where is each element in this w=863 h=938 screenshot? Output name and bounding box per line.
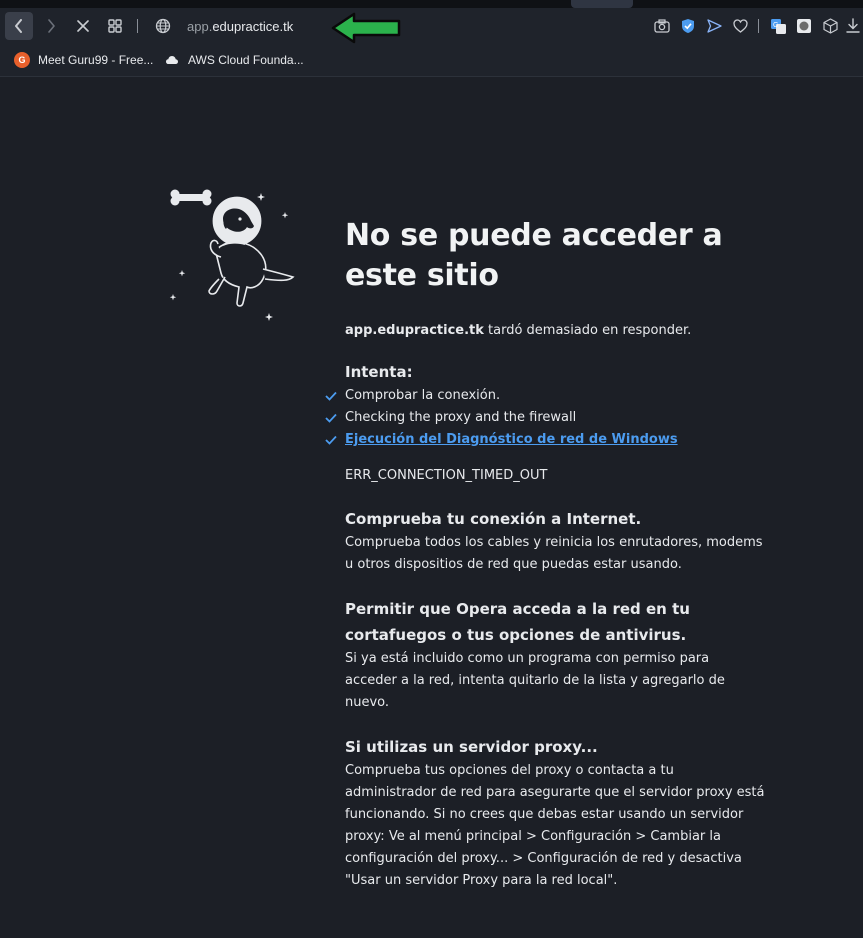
cloud-icon — [164, 52, 180, 68]
title-bar — [0, 0, 863, 8]
close-icon — [77, 20, 89, 32]
toolbar-divider — [137, 19, 138, 33]
forward-button[interactable] — [37, 12, 65, 40]
checkmark-icon — [325, 385, 339, 407]
list-item: Ejecución del Diagnóstico de red de Wind… — [325, 429, 765, 451]
section-body: Si ya está incluido como un programa con… — [345, 651, 725, 710]
checkmark-icon — [325, 429, 339, 451]
tabs-overview-button[interactable] — [101, 12, 129, 40]
translate-icon[interactable]: G — [765, 12, 791, 40]
bookmark-aws[interactable]: AWS Cloud Founda... — [164, 50, 304, 70]
suggestion-list: Comprobar la conexión. Checking the prox… — [325, 385, 765, 451]
svg-text:G: G — [773, 22, 778, 29]
bookmarks-bar: G Meet Guru99 - Free... AWS Cloud Founda… — [0, 44, 863, 77]
stop-loading-button[interactable] — [69, 12, 97, 40]
list-item: Checking the proxy and the firewall — [325, 407, 765, 429]
guru99-logo: G — [14, 52, 30, 68]
forward-arrow-icon — [45, 19, 57, 33]
astronaut-dog-illustration — [165, 185, 300, 329]
page-title: No se puede acceder a este sitio — [345, 218, 723, 293]
section-body: Comprueba tus opciones del proxy o conta… — [345, 763, 765, 888]
suggestion-text: Comprobar la conexión. — [345, 388, 501, 403]
active-tab[interactable] — [571, 0, 633, 8]
error-content: No se puede acceder a este sitio app.edu… — [325, 216, 765, 892]
checkmark-icon — [325, 407, 339, 429]
try-heading: Intenta: — [345, 363, 413, 381]
error-host: app.edupractice.tk — [345, 323, 484, 338]
heart-icon[interactable] — [727, 12, 753, 40]
bookmark-guru99[interactable]: G Meet Guru99 - Free... — [14, 50, 153, 70]
back-button[interactable] — [5, 12, 33, 40]
bookmark-label: Meet Guru99 - Free... — [38, 53, 154, 67]
url-domain: edupractice.tk — [212, 18, 294, 34]
toolbar-extensions: G — [649, 12, 863, 40]
section-title: Si utilizas un servidor proxy... — [345, 738, 598, 756]
download-icon[interactable] — [843, 12, 863, 40]
back-arrow-icon — [13, 19, 25, 33]
browser-toolbar: app.edupractice.tk G — [0, 8, 863, 44]
url-text[interactable]: app.edupractice.tk — [187, 19, 293, 34]
list-item: Comprobar la conexión. — [325, 385, 765, 407]
section-title: Comprueba tu conexión a Internet. — [345, 510, 642, 528]
error-description-text: tardó demasiado en responder. — [483, 323, 692, 338]
extensions-divider — [753, 12, 765, 40]
url-prefix: app. — [187, 18, 213, 34]
section-title: Permitir que Opera acceda a la red en tu… — [345, 600, 690, 644]
error-page: No se puede acceder a este sitio app.edu… — [0, 77, 863, 938]
grid-icon — [108, 19, 122, 33]
section-body: Comprueba todos los cables y reinicia lo… — [345, 535, 763, 572]
cube-icon[interactable] — [817, 12, 843, 40]
camera-icon[interactable] — [649, 12, 675, 40]
send-icon[interactable] — [701, 12, 727, 40]
record-icon[interactable] — [791, 12, 817, 40]
bookmark-label: AWS Cloud Founda... — [188, 53, 304, 67]
shield-icon[interactable] — [675, 12, 701, 40]
globe-icon[interactable] — [152, 15, 174, 37]
suggestion-text: Checking the proxy and the firewall — [345, 410, 577, 425]
error-description: app.edupractice.tk tardó demasiado en re… — [345, 322, 765, 340]
diagnostics-link[interactable]: Ejecución del Diagnóstico de red de Wind… — [345, 432, 678, 447]
error-code: ERR_CONNECTION_TIMED_OUT — [345, 468, 548, 483]
